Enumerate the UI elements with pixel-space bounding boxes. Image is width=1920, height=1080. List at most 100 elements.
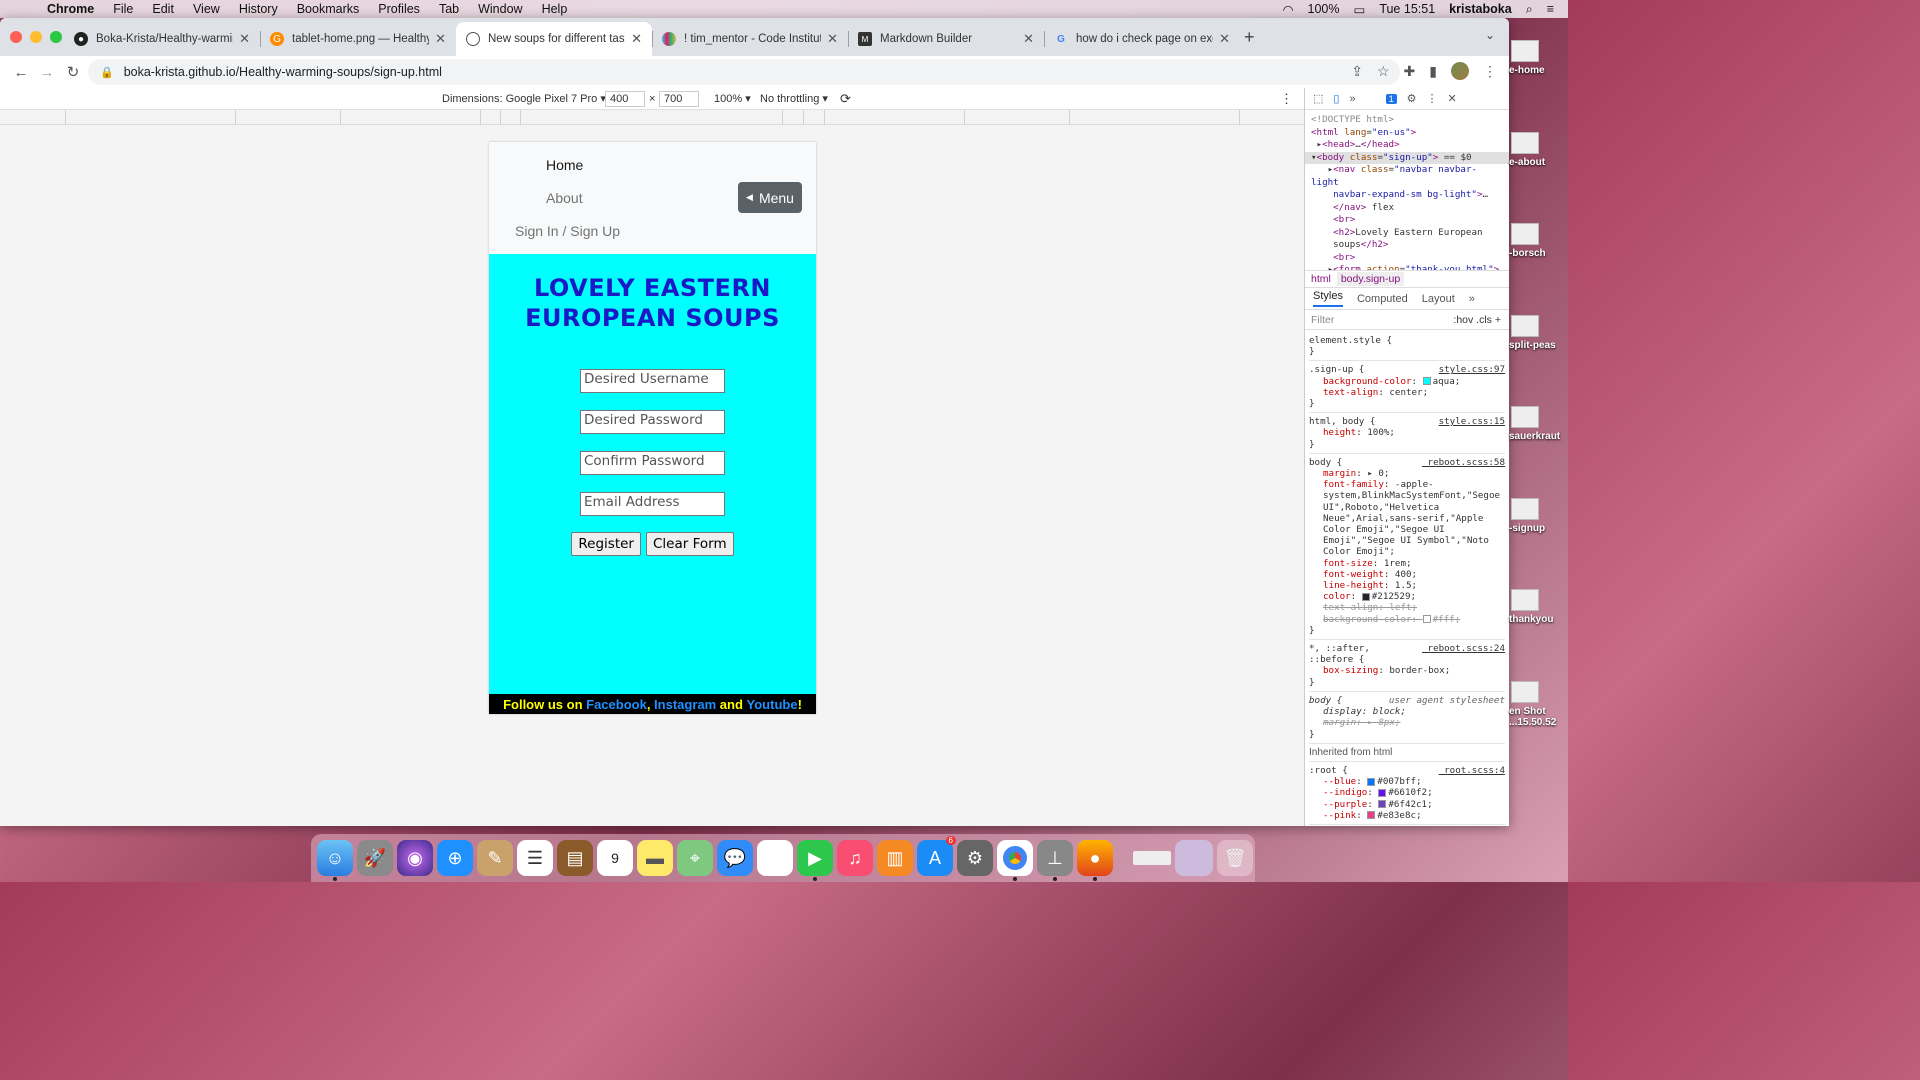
side-panel-icon[interactable]: ▮: [1429, 63, 1437, 80]
clear-form-button[interactable]: Clear Form: [645, 532, 734, 556]
username-input[interactable]: Desired Username: [580, 369, 725, 393]
calendar-icon[interactable]: 9: [597, 840, 633, 876]
register-button[interactable]: Register: [571, 532, 641, 556]
devtools-menu-icon[interactable]: ⋮: [1426, 92, 1437, 105]
crumb-html[interactable]: html: [1311, 273, 1331, 285]
close-window-button[interactable]: [10, 31, 22, 43]
facebook-link[interactable]: Facebook: [586, 697, 647, 712]
device-dimensions-select[interactable]: Dimensions: Google Pixel 7 Pro ▾: [442, 92, 606, 105]
desktop-file[interactable]: en Shot ...15.50.52: [1509, 681, 1568, 728]
app-store-icon[interactable]: A6: [917, 836, 956, 876]
wifi-icon[interactable]: ◠: [1283, 2, 1294, 17]
menu-app-name[interactable]: Chrome: [47, 2, 94, 16]
notes-icon[interactable]: ▬: [637, 840, 673, 876]
messages-icon[interactable]: 💬: [717, 840, 753, 876]
more-tabs-icon[interactable]: »: [1469, 293, 1475, 305]
address-bar[interactable]: 🔒 boka-krista.github.io/Healthy-warming-…: [88, 59, 1400, 85]
device-width-input[interactable]: 400: [605, 90, 645, 107]
email-input[interactable]: Email Address: [580, 492, 725, 516]
desktop-file[interactable]: sauerkraut: [1509, 406, 1568, 442]
throttle-select[interactable]: No throttling ▾: [760, 92, 828, 105]
close-tab-icon[interactable]: ✕: [239, 31, 250, 47]
notebook-icon[interactable]: ▤: [557, 840, 593, 876]
tab-styles[interactable]: Styles: [1313, 290, 1343, 307]
menu-file[interactable]: File: [113, 2, 133, 16]
reload-icon[interactable]: ↻: [62, 63, 84, 81]
desktop-file[interactable]: -borsch: [1509, 223, 1568, 259]
more-menu-icon[interactable]: ⋮: [1483, 63, 1497, 80]
system-preferences-icon[interactable]: ⚙: [957, 840, 993, 876]
filter-input[interactable]: Filter: [1311, 314, 1334, 326]
music-icon[interactable]: ♫: [837, 840, 873, 876]
tab-markdown[interactable]: M Markdown Builder ✕: [848, 22, 1044, 56]
user-name[interactable]: kristaboka: [1449, 2, 1512, 16]
zoom-select[interactable]: 100% ▾: [714, 92, 751, 105]
tab-google[interactable]: G how do i check page on excel s ✕: [1044, 22, 1240, 56]
elements-tree[interactable]: <!DOCTYPE html> <html lang="en-us"> ▸<he…: [1305, 110, 1509, 270]
inspect-element-icon[interactable]: ⬚: [1313, 92, 1323, 105]
minimize-window-button[interactable]: [30, 31, 42, 43]
menu-edit[interactable]: Edit: [152, 2, 174, 16]
close-devtools-icon[interactable]: ✕: [1447, 92, 1456, 105]
nav-signin-link[interactable]: Sign In / Sign Up: [515, 223, 620, 239]
new-tab-icon[interactable]: +: [1244, 27, 1255, 48]
recent-file-icon[interactable]: [1133, 851, 1171, 865]
tab-gitpod[interactable]: G tablet-home.png — Healthy-w ✕: [260, 22, 456, 56]
siri-icon[interactable]: ◉: [397, 840, 433, 876]
facetime-icon[interactable]: ▶: [797, 840, 833, 881]
menu-view[interactable]: View: [193, 2, 220, 16]
tab-github[interactable]: ● Boka-Krista/Healthy-warming- ✕: [64, 22, 260, 56]
spotlight-icon[interactable]: ⌕: [1526, 2, 1533, 17]
more-panels-icon[interactable]: »: [1349, 93, 1355, 105]
menu-window[interactable]: Window: [478, 2, 522, 16]
control-center-icon[interactable]: ≡: [1547, 2, 1554, 16]
settings-gear-icon[interactable]: ⚙: [1407, 92, 1417, 105]
forward-arrow-icon[interactable]: →: [36, 64, 58, 81]
close-tab-icon[interactable]: ✕: [631, 31, 642, 47]
rotate-icon[interactable]: ⟳: [840, 91, 851, 107]
menu-tab[interactable]: Tab: [439, 2, 459, 16]
desktop-file[interactable]: split-peas: [1509, 315, 1568, 351]
share-icon[interactable]: ⇪: [1351, 63, 1363, 80]
downloads-stack-icon[interactable]: [1175, 840, 1213, 876]
device-toggle-icon[interactable]: ▯: [1333, 92, 1339, 105]
reminders-icon[interactable]: ☰: [517, 840, 553, 876]
desktop-file[interactable]: thankyou: [1509, 589, 1568, 625]
extensions-puzzle-icon[interactable]: ✚: [1404, 63, 1416, 80]
battery-icon[interactable]: ▭: [1354, 2, 1366, 17]
zoom-window-button[interactable]: [50, 31, 62, 43]
launchpad-icon[interactable]: 🚀: [357, 840, 393, 876]
menu-profiles[interactable]: Profiles: [378, 2, 420, 16]
desktop-file[interactable]: e-home: [1509, 40, 1568, 76]
confirm-password-input[interactable]: Confirm Password: [580, 451, 725, 475]
tab-slack[interactable]: ! tim_mentor - Code Institute - ✕: [652, 22, 848, 56]
maps-icon[interactable]: ⌖: [677, 840, 713, 876]
nav-about-link[interactable]: About: [546, 190, 583, 206]
filter-options[interactable]: :hov .cls +: [1453, 314, 1501, 326]
utility-icon[interactable]: ⊥: [1037, 840, 1073, 881]
close-tab-icon[interactable]: ✕: [1023, 31, 1034, 47]
profile-avatar[interactable]: [1451, 62, 1469, 80]
chrome-icon[interactable]: [997, 840, 1033, 881]
clock[interactable]: Tue 15:51: [1379, 2, 1435, 16]
desktop-file[interactable]: -signup: [1509, 498, 1568, 534]
device-more-icon[interactable]: ⋮: [1280, 91, 1293, 107]
trash-icon[interactable]: 🗑: [1217, 840, 1253, 876]
password-input[interactable]: Desired Password: [580, 410, 725, 434]
preview-icon[interactable]: ✎: [477, 840, 513, 876]
menu-toggle-button[interactable]: ◀ Menu: [738, 182, 802, 213]
nav-home-link[interactable]: Home: [546, 157, 583, 173]
photos-icon[interactable]: ✿: [757, 840, 793, 876]
menu-help[interactable]: Help: [542, 2, 568, 16]
books-icon[interactable]: ▥: [877, 840, 913, 876]
tab-layout[interactable]: Layout: [1422, 293, 1455, 305]
tab-search-chevron-icon[interactable]: ⌄: [1485, 28, 1495, 42]
safari-icon[interactable]: ⊕: [437, 840, 473, 876]
close-tab-icon[interactable]: ✕: [827, 31, 838, 47]
instagram-link[interactable]: Instagram: [654, 697, 716, 712]
lock-icon[interactable]: 🔒: [100, 66, 114, 79]
tab-active-soups[interactable]: New soups for different tastes ✕: [456, 22, 652, 56]
media-query-ruler[interactable]: [0, 110, 1304, 125]
style-rules[interactable]: element.style {} .sign-up {style.css:97 …: [1305, 330, 1509, 826]
issues-badge[interactable]: 1: [1385, 93, 1397, 104]
